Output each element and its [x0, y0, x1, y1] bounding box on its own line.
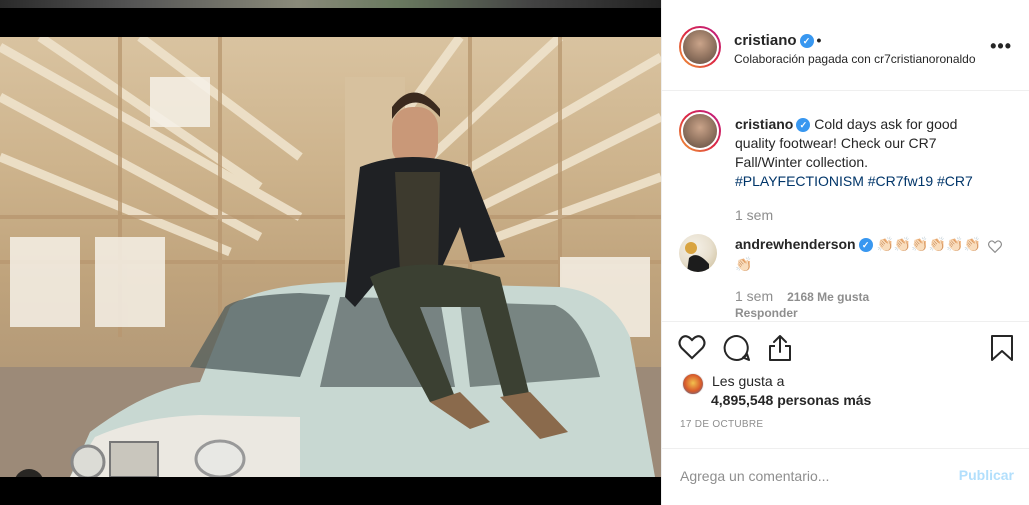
share-icon[interactable]	[767, 334, 793, 367]
likes-suffix[interactable]: personas más	[777, 392, 871, 408]
comment: andrewhenderson ✓ 👏🏻👏🏻👏🏻👏🏻👏🏻👏🏻👏🏻	[735, 234, 985, 274]
verified-badge-icon: ✓	[796, 118, 811, 132]
paid-partnership: Colaboración pagada con cr7cristianorona…	[734, 52, 976, 66]
post-caption: cristiano ✓ Cold days ask for good qualit…	[735, 115, 995, 191]
post-photo[interactable]	[0, 37, 661, 477]
liker-avatar[interactable]	[682, 373, 704, 395]
header-dot: •	[816, 32, 822, 48]
caption-hashtags[interactable]: #PLAYFECTIONISM #CR7fw19 #CR7	[735, 173, 973, 189]
partner-link[interactable]: cr7cristianoronaldo	[874, 52, 975, 66]
verified-badge-icon: ✓	[799, 34, 814, 48]
author-avatar[interactable]	[679, 26, 721, 68]
likes-count[interactable]: 4,895,548	[711, 392, 773, 408]
post-header: cristiano ✓ • Colaboración pagada con cr7c…	[662, 0, 1029, 91]
save-bookmark-icon[interactable]	[990, 334, 1014, 367]
comment-meta: 1 sem 2168 Me gusta	[735, 288, 869, 304]
publish-button[interactable]: Publicar	[959, 467, 1014, 483]
caption-time[interactable]: 1 sem	[735, 207, 773, 223]
verified-badge-icon: ✓	[858, 238, 873, 252]
author-username[interactable]: cristiano	[734, 32, 797, 49]
post-side-panel: cristiano ✓ • Colaboración pagada con cr7c…	[661, 0, 1029, 505]
comment-time[interactable]: 1 sem	[735, 288, 773, 304]
caption-author-avatar[interactable]	[679, 110, 721, 152]
paid-partnership-label: Colaboración pagada con	[734, 52, 871, 66]
comment-bubble-icon[interactable]	[723, 334, 751, 367]
likes-summary[interactable]: Les gusta a 4,895,548 personas más	[680, 371, 1010, 411]
add-comment-bar: Publicar	[662, 448, 1029, 505]
comment-likes[interactable]: 2168 Me gusta	[787, 290, 869, 304]
like-comment-heart-icon[interactable]	[988, 240, 1002, 258]
likes-label: Les gusta a	[712, 373, 785, 389]
commenter-avatar[interactable]	[679, 234, 717, 272]
likes-count-row[interactable]: 4,895,548 personas más	[711, 392, 871, 408]
photo-illustration	[0, 37, 661, 477]
post-date[interactable]: 17 DE OCTUBRE	[680, 419, 763, 430]
comments-section: cristiano ✓ Cold days ask for good qualit…	[662, 92, 1029, 320]
reply-button[interactable]: Responder	[735, 306, 798, 320]
commenter-username[interactable]: andrewhenderson	[735, 236, 856, 252]
post-media[interactable]	[0, 0, 661, 505]
previous-post-strip	[0, 0, 661, 8]
caption-username[interactable]: cristiano	[735, 116, 793, 132]
comment-input[interactable]	[680, 466, 930, 486]
like-heart-icon[interactable]	[678, 334, 706, 365]
action-bar	[662, 321, 1029, 373]
more-options-icon[interactable]: •••	[990, 36, 1012, 57]
person-icon	[22, 477, 36, 478]
author-username-row: cristiano ✓ •	[734, 32, 821, 49]
